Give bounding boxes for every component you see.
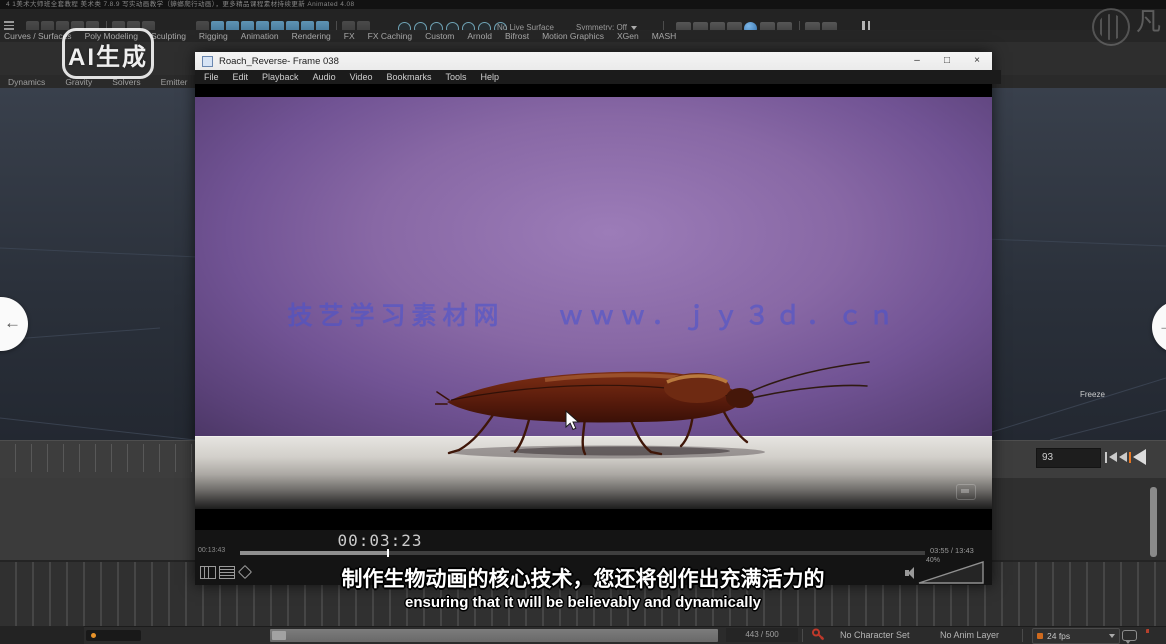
video-player-window: Roach_Reverse- Frame 038 – □ × File Edit P… (195, 52, 992, 585)
auto-key-icon[interactable] (812, 628, 825, 641)
menu-item[interactable]: Edit (233, 72, 249, 82)
vertical-scrollbar[interactable] (1150, 487, 1157, 557)
player-title-bar[interactable]: Roach_Reverse- Frame 038 – □ × (195, 52, 992, 71)
timecode-display: 00:03:23 (285, 531, 475, 550)
current-frame-field[interactable]: 93 (1036, 448, 1101, 468)
shelf-tab[interactable]: MASH (652, 31, 677, 41)
shelf-tab[interactable]: Custom (425, 31, 454, 41)
seek-bar[interactable] (240, 551, 925, 555)
menu-item[interactable]: Help (480, 72, 499, 82)
menu-item[interactable]: File (204, 72, 219, 82)
screen: 4 1美术大师班全套教程 美术类 7.8.9 写实动画教学（蟑螂爬行动画），更多… (0, 0, 1166, 644)
player-app-icon (202, 56, 213, 67)
fps-label: 24 fps (1047, 631, 1101, 641)
record-dot-icon (91, 633, 96, 638)
watermark-url: ｗｗｗ．ｊｙ３ｄ．ｃｎ (558, 302, 899, 330)
shelf-tab[interactable]: Arnold (467, 31, 492, 41)
shelf-tab[interactable]: Rendering (292, 31, 331, 41)
shelf-tab[interactable]: FX (344, 31, 355, 41)
playback-controls (1104, 448, 1147, 466)
shelf-tab[interactable]: FX Caching (368, 31, 412, 41)
range-values: 443 / 500 (726, 628, 798, 642)
left-arrow-icon: ← (4, 313, 21, 333)
menu-item[interactable]: Tools (445, 72, 466, 82)
viewport-freeze-label: Freeze (1080, 390, 1105, 399)
step-back-frame-icon[interactable] (1109, 452, 1117, 462)
time-slider-ticks[interactable] (0, 444, 195, 472)
speed-swatch-icon (1037, 633, 1043, 639)
right-arrow-icon: → (1158, 316, 1166, 336)
time-remaining-label: 03:55 / 13:43 (930, 546, 990, 555)
range-slider-bar[interactable] (270, 629, 718, 642)
seek-bar-handle[interactable] (387, 549, 389, 557)
seek-bar-progress (240, 551, 388, 555)
range-slider-handle[interactable] (272, 631, 286, 640)
shelf-tab[interactable]: Sculpting (151, 31, 186, 41)
go-to-start-icon[interactable] (1105, 452, 1107, 463)
time-elapsed-label: 00:13:43 (198, 547, 225, 554)
corner-logo-icon (1092, 8, 1130, 46)
command-left-panel (0, 626, 84, 644)
shelf-tab[interactable]: Rigging (199, 31, 228, 41)
maya-status-line: No Live Surface Symmetry: Off (0, 9, 1166, 31)
chevron-down-icon (631, 26, 637, 30)
prev-key-marker-icon[interactable] (1129, 452, 1131, 463)
shelf-tabs: Curves / SurfacesPoly ModelingSculptingR… (0, 30, 1166, 42)
close-button[interactable]: × (962, 52, 992, 70)
menu-item[interactable]: Audio (313, 72, 336, 82)
playback-speed-dropdown[interactable]: 24 fps (1032, 628, 1120, 644)
script-editor-icon[interactable] (1122, 630, 1137, 641)
divider (802, 629, 803, 642)
anim-layer-dropdown[interactable]: No Anim Layer (940, 628, 999, 643)
chevron-down-icon (1109, 634, 1115, 638)
subtitle-overlay: 制作生物动画的核心技术，您还将创作出充满活力的 ensuring that it… (0, 567, 1166, 613)
step-back-key-icon[interactable] (1119, 452, 1127, 462)
subtitle-chinese: 制作生物动画的核心技术，您还将创作出充满活力的 (0, 567, 1166, 592)
menu-toggle-icon[interactable] (4, 21, 14, 30)
subtitle-english: ensuring that it will be believably and … (0, 592, 1166, 613)
cockroach-image (435, 340, 875, 470)
ai-badge-label: AI生成 (68, 37, 148, 72)
menu-item[interactable]: Bookmarks (386, 72, 431, 82)
corner-logo-glyph: 凡 (1136, 2, 1161, 38)
menu-item[interactable]: Video (350, 72, 373, 82)
video-watermark: 技艺学习素材网 ｗｗｗ．ｊｙ３ｄ．ｃｎ (195, 296, 992, 332)
right-panel-area (992, 478, 1166, 560)
maximize-button[interactable]: □ (932, 52, 962, 70)
shelf-tab[interactable]: Bifrost (505, 31, 529, 41)
player-menu-bar: File Edit Playback Audio Video Bookmarks Tools… (195, 70, 1001, 84)
play-backwards-icon[interactable] (1133, 449, 1146, 465)
shelf-tab[interactable]: XGen (617, 31, 639, 41)
shelf-tab[interactable]: Animation (241, 31, 279, 41)
character-set-dropdown[interactable]: No Character Set (840, 628, 910, 643)
mouse-cursor (565, 410, 581, 432)
fx-shelf-item[interactable]: Dynamics (8, 77, 45, 87)
video-corner-badge (956, 484, 976, 500)
divider (1022, 629, 1023, 642)
watermark-site: 技艺学习素材网 (288, 302, 505, 330)
shelf-tab[interactable]: Motion Graphics (542, 31, 604, 41)
menu-item[interactable]: Playback (262, 72, 299, 82)
video-frame[interactable]: 技艺学习素材网 ｗｗｗ．ｊｙ３ｄ．ｃｎ (195, 84, 992, 530)
left-panel-area (0, 478, 195, 560)
window-title-strip: 4 1美术大师班全套教程 美术类 7.8.9 写实动画教学（蟑螂爬行动画），更多… (0, 0, 1166, 9)
minimize-button[interactable]: – (902, 52, 932, 70)
hotbox-grid-icon[interactable] (1146, 629, 1159, 640)
fx-shelf-item[interactable]: Emitter (161, 77, 188, 87)
player-window-title: Roach_Reverse- Frame 038 (219, 56, 902, 67)
